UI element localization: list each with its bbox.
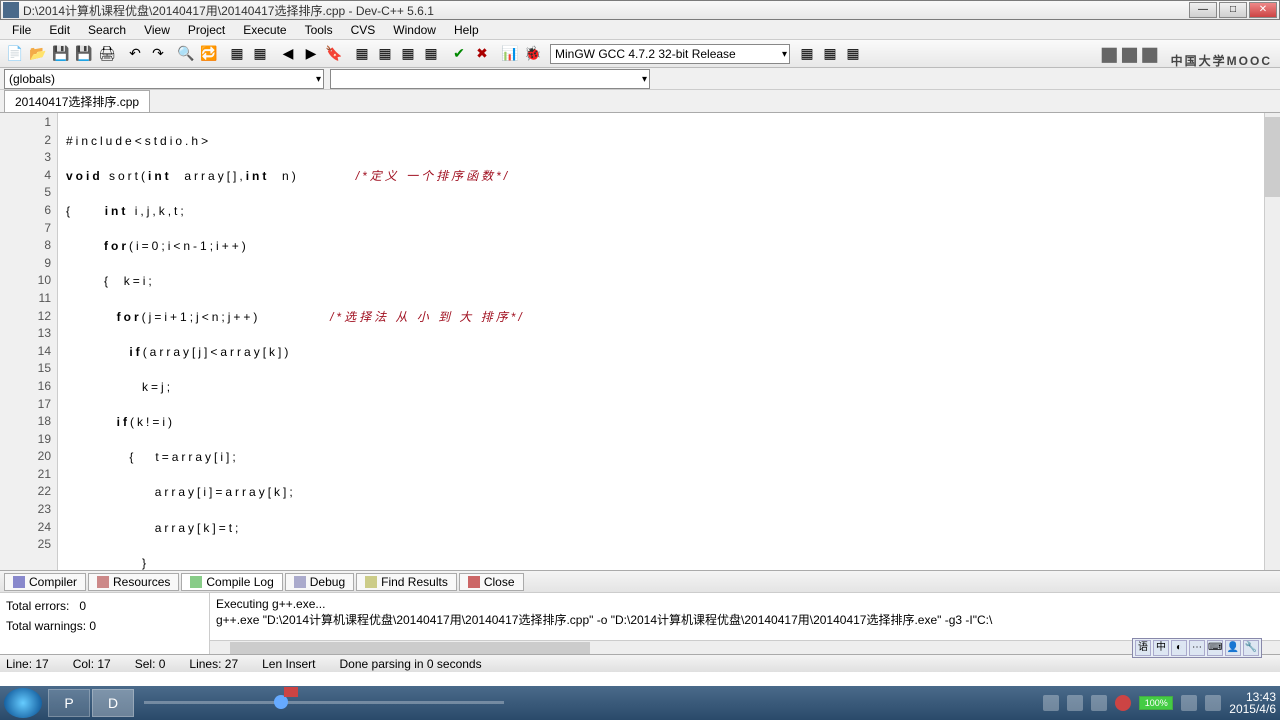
compile-icon[interactable]: ▦ [226,43,248,65]
error-summary: Total errors: 0 Total warnings: 0 [0,593,210,654]
menu-cvs[interactable]: CVS [343,21,384,39]
menu-bar: File Edit Search View Project Execute To… [0,20,1280,40]
back-icon[interactable]: ◀ [277,43,299,65]
file-tab[interactable]: 20140417选择排序.cpp [4,90,150,112]
window-title: D:\2014计算机课程优盘\20140417用\20140417选择排序.cp… [23,2,1189,19]
replace-icon[interactable]: 🔁 [198,43,220,65]
undo-icon[interactable]: ↶ [124,43,146,65]
opt1-icon[interactable]: ▦ [796,43,818,65]
status-sel: Sel: 0 [135,657,166,671]
line-gutter: 123 456 789 101112 131415 161718 192021 … [0,113,58,570]
menu-window[interactable]: Window [385,21,444,39]
opt2-icon[interactable]: ▦ [819,43,841,65]
taskbar[interactable]: P D 100% 13:432015/4/6 [0,686,1280,720]
menu-help[interactable]: Help [446,21,487,39]
horizontal-scrollbar[interactable] [210,640,1280,654]
tab-find-results[interactable]: Find Results [356,573,457,591]
clock[interactable]: 13:432015/4/6 [1229,691,1276,715]
network-icon[interactable] [1205,695,1221,711]
grid2-icon[interactable]: ▦ [374,43,396,65]
save-icon[interactable]: 💾 [50,43,72,65]
ime-icon[interactable]: 语 [1135,640,1151,656]
menu-view[interactable]: View [136,21,178,39]
bottom-tabs: Compiler Resources Compile Log Debug Fin… [0,570,1280,592]
menu-execute[interactable]: Execute [235,21,294,39]
taskbar-progress [144,693,504,713]
battery-indicator[interactable]: 100% [1139,696,1173,710]
chart-icon[interactable]: 📊 [499,43,521,65]
status-bar: Line: 17 Col: 17 Sel: 0 Lines: 27 Len In… [0,654,1280,672]
taskbar-devcpp[interactable]: D [92,689,134,717]
forward-icon[interactable]: ▶ [300,43,322,65]
scope-bar: (globals) [0,68,1280,90]
menu-edit[interactable]: Edit [41,21,78,39]
compiler-select[interactable]: MinGW GCC 4.7.2 32-bit Release [550,44,790,64]
status-msg: Done parsing in 0 seconds [340,657,482,671]
save-all-icon[interactable]: 💾 [73,43,95,65]
maximize-button[interactable]: □ [1219,2,1247,18]
tab-strip: 20140417选择排序.cpp [0,90,1280,112]
taskbar-powerpoint[interactable]: P [48,689,90,717]
run-icon[interactable]: ▦ [249,43,271,65]
menu-file[interactable]: File [4,21,39,39]
tab-compiler[interactable]: Compiler [4,573,86,591]
tray-icon[interactable] [1091,695,1107,711]
print-icon[interactable]: 🖨 [96,43,118,65]
tab-compile-log[interactable]: Compile Log [181,573,282,591]
minimize-button[interactable]: — [1189,2,1217,18]
open-icon[interactable]: 📂 [27,43,49,65]
cancel-icon[interactable]: ✖ [471,43,493,65]
toolbar: 📄 📂 💾 💾 🖨 ↶ ↷ 🔍 🔁 ▦ ▦ ◀ ▶ 🔖 ▦ ▦ ▦ ▦ ✔ ✖ … [0,40,1280,68]
status-col: Col: 17 [73,657,111,671]
vertical-scrollbar[interactable] [1264,113,1280,570]
grid1-icon[interactable]: ▦ [351,43,373,65]
start-button[interactable] [4,688,42,718]
tab-debug[interactable]: Debug [285,573,354,591]
tray-icon[interactable] [1067,695,1083,711]
member-select[interactable] [330,69,650,89]
check-icon[interactable]: ✔ [448,43,470,65]
app-icon [3,2,19,18]
new-file-icon[interactable]: 📄 [4,43,26,65]
volume-icon[interactable] [1181,695,1197,711]
menu-project[interactable]: Project [180,21,233,39]
log-output[interactable]: Executing g++.exe... g++.exe "D:\2014计算机… [210,593,1280,654]
code-editor[interactable]: 123 456 789 101112 131415 161718 192021 … [0,112,1280,570]
menu-tools[interactable]: Tools [297,21,341,39]
tray-icon[interactable] [1043,695,1059,711]
tray-icon[interactable] [1115,695,1131,711]
scope-select[interactable]: (globals) [4,69,324,89]
menu-search[interactable]: Search [80,21,134,39]
code-area[interactable]: #include<stdio.h> void sort(int array[],… [58,113,1264,570]
compile-log-panel: Total errors: 0 Total warnings: 0 Execut… [0,592,1280,654]
tab-close[interactable]: Close [459,573,524,591]
status-line: Line: 17 [6,657,49,671]
grid3-icon[interactable]: ▦ [397,43,419,65]
debug-icon[interactable]: 🐞 [522,43,544,65]
bookmark-icon[interactable]: 🔖 [323,43,345,65]
opt3-icon[interactable]: ▦ [842,43,864,65]
ime-toolbar[interactable]: 语中◐⋯⌨👤🔧 [1132,638,1262,658]
grid4-icon[interactable]: ▦ [420,43,442,65]
system-tray[interactable]: 100% 13:432015/4/6 [1043,691,1276,715]
find-icon[interactable]: 🔍 [175,43,197,65]
title-bar: D:\2014计算机课程优盘\20140417用\20140417选择排序.cp… [0,0,1280,20]
tab-resources[interactable]: Resources [88,573,179,591]
status-lines: Lines: 27 [189,657,238,671]
close-button[interactable]: ✕ [1249,2,1277,18]
status-mode: Len Insert [262,657,315,671]
redo-icon[interactable]: ↷ [147,43,169,65]
